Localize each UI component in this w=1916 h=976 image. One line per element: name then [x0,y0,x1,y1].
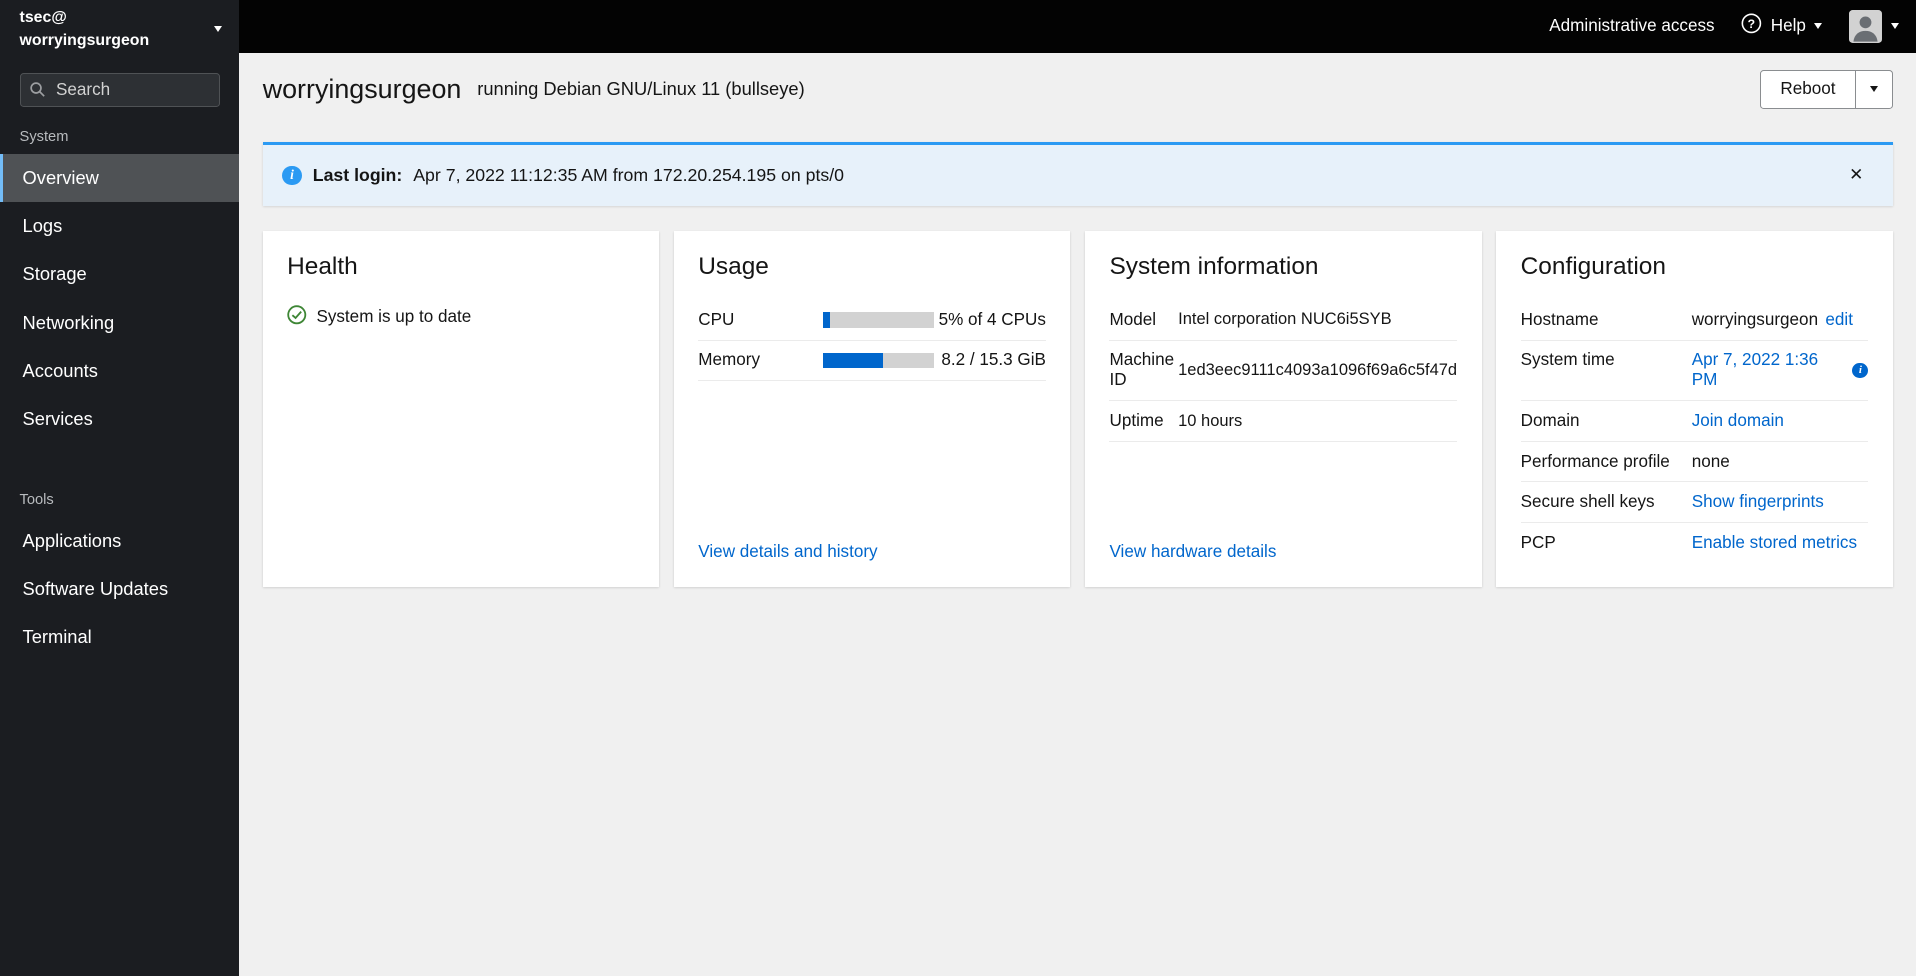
info-icon: i [282,165,302,186]
sidebar-item-accounts[interactable]: Accounts [0,347,239,395]
nav-section-system: System [19,129,69,146]
system-information-card-title: System information [1109,252,1319,280]
memory-progress-bar [822,352,934,369]
hostname-edit-link[interactable]: edit [1825,310,1853,330]
sidebar-search [19,72,220,108]
topbar: Administrative access ? Help [239,0,1916,53]
sidebar-nav: System Overview Logs Storage Networking … [0,112,240,661]
usage-card: Usage CPU 5% of 4 CPUs Memory 8.2 / 15.3… [673,230,1071,587]
uptime-row: Uptime 10 hours [1109,400,1458,442]
cockpit-app: tsec@ worryingsurgeon System Overview Lo… [0,0,1916,976]
help-menu-button[interactable]: ? Help [1741,13,1823,39]
alert-title: Last login: [312,164,403,185]
pcp-row: PCP Enable stored metrics [1520,532,1858,553]
enable-stored-metrics-link[interactable]: Enable stored metrics [1692,533,1857,553]
main-content: worryingsurgeon running Debian GNU/Linux… [239,52,1916,976]
help-icon: ? [1741,13,1762,39]
hostname-row: Hostname worryingsurgeon edit [1520,300,1869,341]
svg-text:?: ? [1748,17,1755,31]
sidebar-item-software-updates[interactable]: Software Updates [0,565,239,613]
sidebar-item-applications[interactable]: Applications [0,517,239,565]
hardware-details-link[interactable]: View hardware details [1109,542,1457,562]
avatar [1849,9,1883,43]
system-information-card: System information Model Intel corporati… [1085,230,1482,587]
system-time-link[interactable]: Apr 7, 2022 1:36 PM [1692,350,1839,390]
administrative-access-button[interactable]: Administrative access [1549,16,1714,36]
cpu-progress-fill [822,312,830,328]
health-status: System is up to date [287,305,635,330]
username: tsec@ [19,9,67,27]
reboot-button[interactable]: Reboot [1759,69,1857,109]
memory-label: Memory [698,340,823,382]
machine-id-row: Machine ID 1ed3eec9111c4093a1096f69a6c5f… [1109,340,1458,402]
sidebar-item-terminal[interactable]: Terminal [0,613,239,661]
chevron-down-icon [1814,23,1823,30]
performance-profile-row: Performance profile none [1520,442,1869,483]
secure-shell-keys-row: Secure shell keys Show fingerprints [1520,482,1869,523]
join-domain-link[interactable]: Join domain [1692,411,1784,431]
close-icon[interactable]: ✕ [1839,161,1873,191]
cpu-label: CPU [698,300,823,341]
memory-value: 8.2 / 15.3 GiB [933,340,1046,382]
nav-section-tools: Tools [19,492,54,509]
host-switcher[interactable]: tsec@ worryingsurgeon [0,0,239,58]
reboot-menu-toggle[interactable] [1856,69,1893,109]
show-fingerprints-link[interactable]: Show fingerprints [1692,492,1824,512]
cpu-value: 5% of 4 CPUs [933,300,1046,341]
performance-profile-value: none [1691,451,1730,471]
model-row: Model Intel corporation NUC6i5SYB [1109,300,1458,341]
sidebar-item-logs[interactable]: Logs [0,202,239,250]
usage-details-link[interactable]: View details and history [698,542,1046,562]
cpu-usage-row: CPU 5% of 4 CPUs [698,300,1046,341]
overview-cards: Health System is up to date Usage CPU 5%… [262,230,1893,587]
page-title: worryingsurgeon [262,73,462,104]
sidebar: tsec@ worryingsurgeon System Overview Lo… [0,0,240,976]
configuration-card-title: Configuration [1520,252,1666,280]
hostname-value: worryingsurgeon [1691,309,1819,329]
session-menu-button[interactable] [1849,9,1899,43]
search-input[interactable] [19,72,220,108]
right-column: Administrative access ? Help worryingsur… [239,0,1916,976]
health-card: Health System is up to date [262,230,660,587]
os-subtitle: running Debian GNU/Linux 11 (bullseye) [477,78,805,100]
page-header: worryingsurgeon running Debian GNU/Linux… [262,69,1893,109]
cpu-progress-bar [822,312,934,328]
health-card-title: Health [287,252,358,280]
sidebar-item-storage[interactable]: Storage [0,250,239,298]
memory-usage-row: Memory 8.2 / 15.3 GiB [698,340,1046,382]
domain-row: Domain Join domain [1520,401,1869,442]
system-time-row: System time Apr 7, 2022 1:36 PM i [1520,341,1869,402]
sidebar-item-services[interactable]: Services [0,395,239,443]
configuration-card: Configuration Hostname worryingsurgeon e… [1496,230,1893,587]
sidebar-item-overview[interactable]: Overview [0,153,240,202]
usage-card-title: Usage [698,252,769,280]
system-time-info-icon[interactable]: i [1852,362,1869,379]
chevron-down-icon [214,26,223,33]
chevron-down-icon [1869,86,1878,93]
sidebar-item-networking[interactable]: Networking [0,298,239,346]
check-circle-icon [287,305,307,330]
memory-progress-fill [822,352,883,369]
chevron-down-icon [1890,23,1899,30]
hostname: worryingsurgeon [19,32,150,50]
reboot-split-button: Reboot [1759,69,1893,109]
last-login-alert: i Last login: Apr 7, 2022 11:12:35 AM fr… [262,141,1893,207]
alert-message: Apr 7, 2022 11:12:35 AM from 172.20.254.… [413,164,845,185]
